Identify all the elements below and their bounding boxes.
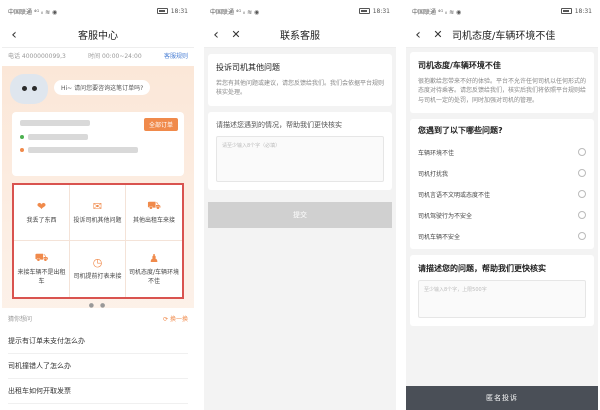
grid-item-label: 我丢了东西 [26,216,57,224]
grid-item-label: 其他出租车来接 [132,216,175,224]
order-card[interactable]: 全部订单 [12,112,184,176]
grid-item-label: 司机态度/车辆环境不佳 [128,269,180,285]
question-item[interactable]: 司机撞错人了怎么办 [8,354,188,379]
car-check-icon: ⛟ [34,251,49,265]
close-icon[interactable]: ✕ [430,22,446,48]
grid-item-2[interactable]: ⛟ 其他出租车来接 [126,185,182,241]
rules-link[interactable]: 客服规则 [164,51,188,60]
hours-text: 时间 00:00~24:00 [88,53,142,60]
radio-icon[interactable] [578,190,586,199]
back-icon[interactable]: ‹ [208,22,224,48]
blurred-pickup [28,134,88,140]
option-label: 司机言语不文明或态度不佳 [418,191,491,199]
all-orders-button[interactable]: 全部订单 [143,118,178,131]
suggested-title: 猜你想问 [8,316,33,323]
blurred-dropoff [28,147,138,153]
describe-card: 请描述您的问题，帮助我们更快核实 至少输入8个字，上限500字 [410,254,594,326]
options-question: 您遇到了以下哪些问题? [418,125,503,135]
clock: 18:31 [170,7,188,15]
greeting-bubble: Hi~ 请问您要咨询这笔订单吗? [54,80,151,95]
issue-category-grid: ❤ 我丢了东西 ✉ 投诉司机其他问题 ⛟ 其他出租车来接 ⛟ 来接车辆不是出租车 ◷ 司机… [12,183,184,299]
radio-icon[interactable] [578,211,586,220]
option-label: 司机打扰我 [418,170,449,178]
robot-eye-left [22,86,27,91]
battery-icon [560,8,572,14]
issue-description: 若您有其他问题或建议，请您反馈给我们。我们会依据平台规则核实处理。 [216,80,385,97]
dropoff-dot-icon [20,148,24,152]
issue-title: 司机态度/车辆环境不佳 [418,61,501,70]
grid-item-label: 投诉司机其他问题 [73,216,122,224]
description-input[interactable]: 请至少输入8个字（必填） [216,135,384,182]
robot-avatar [10,74,48,104]
question-item[interactable]: 出租车如何开取发票 [8,379,188,404]
grid-item-3[interactable]: ⛟ 来接车辆不是出租车 [14,241,70,297]
option-label: 车辆环境不佳 [418,149,455,157]
heart-icon: ❤ [36,199,47,213]
options-card: 您遇到了以下哪些问题? 车辆环境不佳 司机打扰我 司机言语不文明或态度不佳 司机… [410,118,594,249]
blurred-dropoff-line [20,147,176,153]
driver-icon: ♟ [149,252,159,266]
car-icon: ⛟ [147,198,161,212]
clock: 18:31 [574,7,592,15]
anonymous-complaint-button[interactable]: 匿名投诉 [406,386,598,410]
radio-icon[interactable] [578,148,586,157]
carrier-label: 中国联通 ⁴ᴳ ᵢₗ ≋ ◉ [210,8,260,16]
grid-item-1[interactable]: ✉ 投诉司机其他问题 [70,185,126,241]
robot-eye-right [32,86,37,91]
issue-card: 投诉司机其他问题 若您有其他问题或建议，请您反馈给我们。我们会依据平台规则核实处… [208,54,392,106]
description-input[interactable]: 至少输入8个字，上限500字 [418,279,586,318]
radio-icon[interactable] [578,169,586,178]
mail-icon: ✉ [92,199,103,213]
blurred-pickup-line [20,134,176,140]
carrier-label: 中国联通 ⁴ᴳ ᵢₗ ≋ ◉ [8,8,58,16]
issue-card: 司机态度/车辆环境不佳 很抱歉给您带来不好的体验。平台不允许任何司机以任何形式的… [410,52,594,113]
battery-icon [156,8,168,14]
clock: 18:31 [372,7,390,15]
option-label: 司机驾驶行为不安全 [418,212,473,220]
status-bar: 中国联通 ⁴ᴳ ᵢₗ ≋ ◉ 18:31 [2,0,194,22]
grid-item-4[interactable]: ◷ 司机提前打表来接 [70,241,126,297]
option-item[interactable]: 车辆环境不佳 [418,142,586,163]
status-bar: 中国联通 ⁴ᴳ ᵢₗ ≋ ◉ 18:31 [204,0,396,22]
issue-title: 投诉司机其他问题 [216,63,280,72]
back-icon[interactable]: ‹ [410,22,426,48]
pickup-dot-icon [20,135,24,139]
status-bar: 中国联通 ⁴ᴳ ᵢₗ ≋ ◉ 18:31 [406,0,598,22]
nav-bar: ‹ 客服中心 [2,22,194,48]
option-item[interactable]: 司机言语不文明或态度不佳 [418,184,586,205]
suggested-questions: 猜你想问 ⟳ 换一换 提示有订单未支付怎么办 司机撞错人了怎么办 出租车如何开取… [2,308,194,410]
option-item[interactable]: 司机驾驶行为不安全 [418,205,586,226]
screen-customer-service-center: 中国联通 ⁴ᴳ ᵢₗ ≋ ◉ 18:31 ‹ 客服中心 电话 400000009… [2,0,194,410]
close-icon[interactable]: ✕ [228,22,244,48]
question-item[interactable]: 提示有订单未支付怎么办 [8,329,188,354]
refresh-button[interactable]: ⟳ 换一换 [163,314,188,323]
grid-item-label: 来接车辆不是出租车 [17,269,66,285]
option-label: 司机车辆不安全 [418,233,461,241]
clock-icon: ◷ [92,256,103,270]
submit-button[interactable]: 提交 [208,201,392,228]
blurred-order-title [20,120,90,126]
grid-item-0[interactable]: ❤ 我丢了东西 [14,185,70,241]
describe-card: 请描述您遇到的情况，帮助我们更快核实 请至少输入8个字（必填） [208,111,392,190]
battery-icon [358,8,370,14]
back-icon[interactable]: ‹ [6,22,22,48]
screen-driver-attitude: 中国联通 ⁴ᴳ ᵢₗ ≋ ◉ 18:31 ‹ ✕ 司机态度/车辆环境不佳 司机态… [406,0,598,410]
nav-bar: ‹ ✕ 司机态度/车辆环境不佳 [406,22,598,48]
carrier-label: 中国联通 ⁴ᴳ ᵢₗ ≋ ◉ [412,8,462,16]
describe-prompt: 请描述您的问题，帮助我们更快核实 [418,263,546,273]
nav-bar: ‹ ✕ 联系客服 [204,22,396,48]
page-title: 客服中心 [78,31,118,42]
grid-item-5[interactable]: ♟ 司机态度/车辆环境不佳 [126,241,182,297]
contact-info-row: 电话 4000000099,3 时间 00:00~24:00 客服规则 [2,48,194,66]
grid-item-label: 司机提前打表来接 [73,273,122,281]
option-item[interactable]: 司机车辆不安全 [418,226,586,247]
describe-prompt: 请描述您遇到的情况，帮助我们更快核实 [216,120,342,129]
screen-contact-support: 中国联通 ⁴ᴳ ᵢₗ ≋ ◉ 18:31 ‹ ✕ 联系客服 投诉司机其他问题 若… [204,0,396,410]
option-item[interactable]: 司机打扰我 [418,163,586,184]
radio-icon[interactable] [578,232,586,241]
issue-description: 很抱歉给您带来不好的体验。平台不允许任何司机以任何形式的态度对待乘客。请您反馈给… [418,78,587,104]
phone-text: 电话 4000000099,3 [8,53,66,60]
